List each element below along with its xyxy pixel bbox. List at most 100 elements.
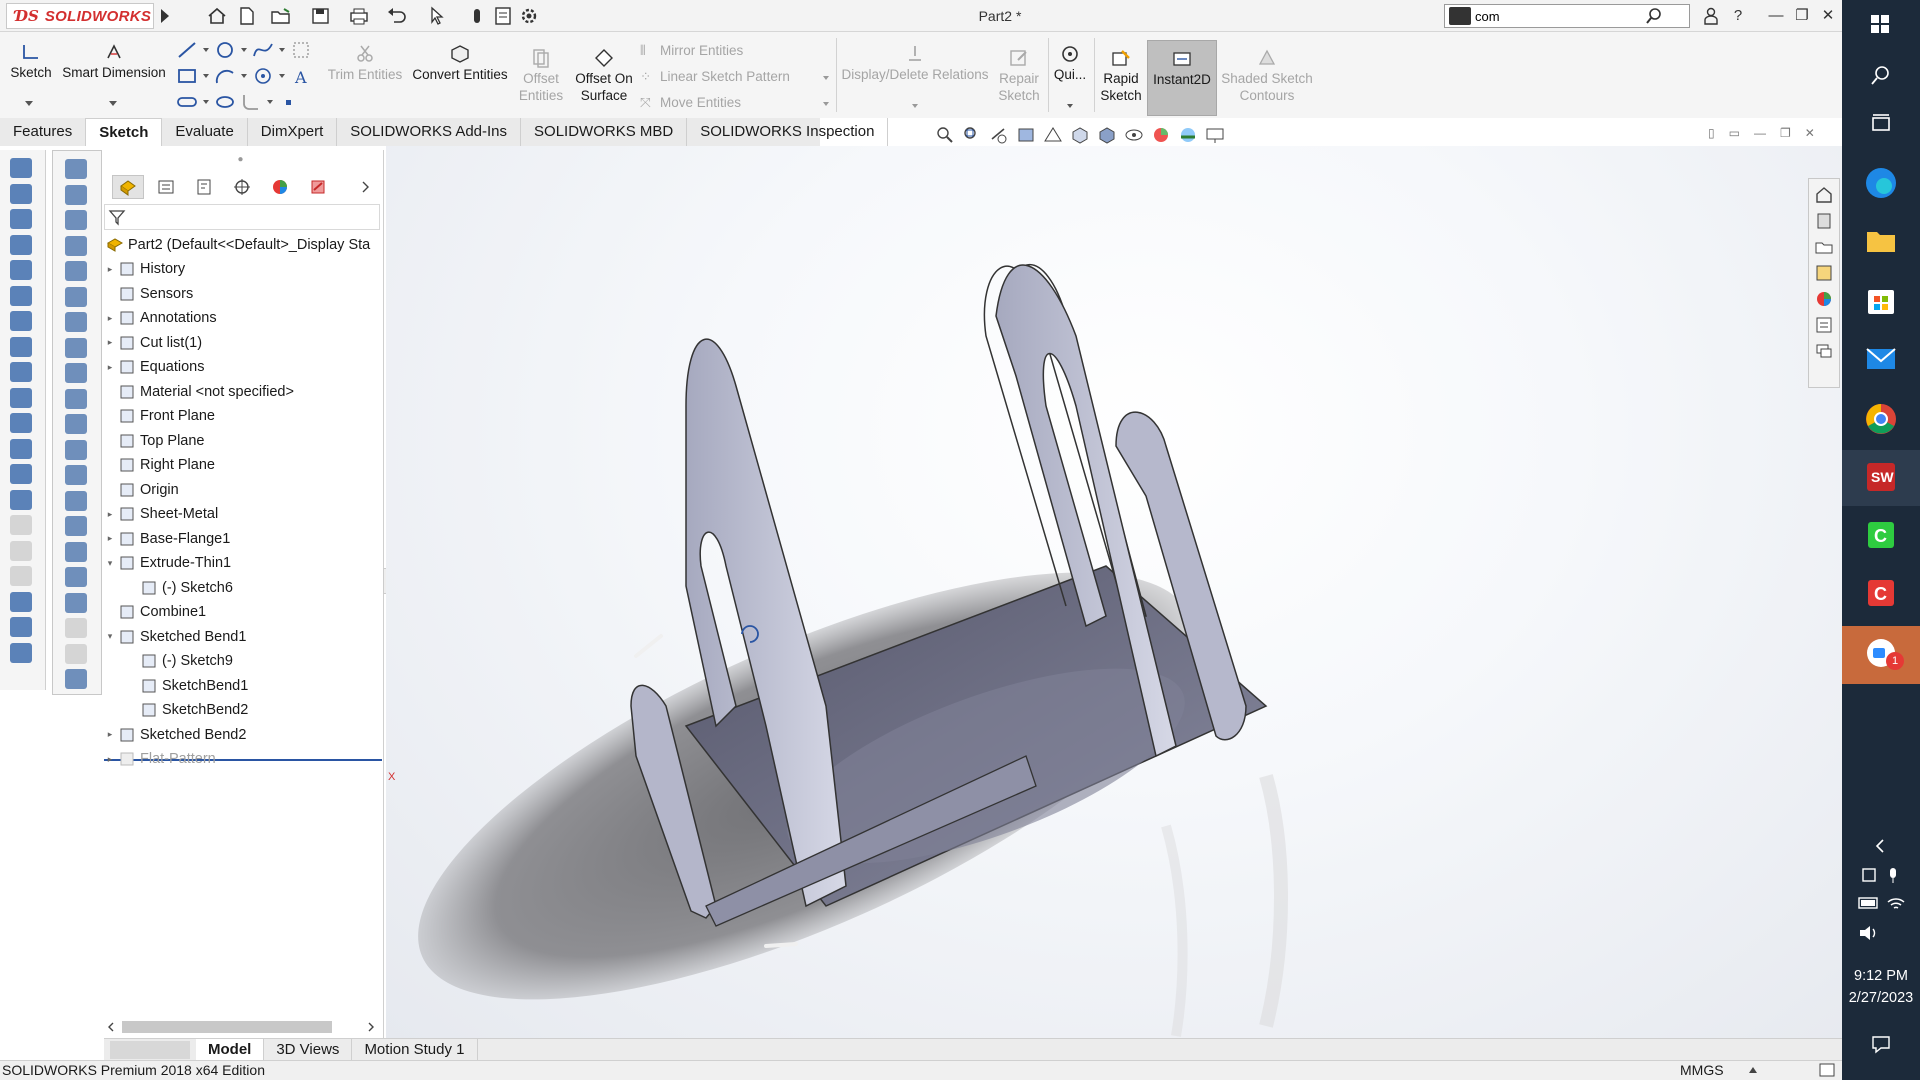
graphics-viewport[interactable]: X Y Z (386, 146, 1842, 1038)
tab-dimxpert[interactable]: DimXpert (248, 118, 338, 146)
tree-item[interactable]: ▾ Extrude-Thin1 (104, 552, 231, 574)
tree-item[interactable]: (-) Sketch6 (126, 577, 233, 599)
arc-dropdown-icon[interactable] (240, 72, 248, 80)
view-palette-icon[interactable] (1814, 263, 1834, 283)
close-window-button[interactable]: ✕ (1817, 5, 1839, 27)
volume-icon[interactable] (1858, 924, 1880, 942)
tree-item[interactable]: Combine1 (104, 601, 206, 623)
feature-manager-tab[interactable] (112, 175, 144, 199)
shaded-sketch-contours-button[interactable]: Shaded Sketch Contours (1220, 48, 1314, 104)
feature-tool-icon[interactable] (65, 414, 87, 434)
feature-tool-icon[interactable] (65, 592, 87, 613)
viewport-close-button[interactable]: ✕ (1805, 126, 1815, 140)
select-cursor-icon[interactable] (426, 6, 448, 26)
property-manager-tab[interactable] (150, 175, 182, 199)
sheet-metal-tool-icon[interactable] (10, 183, 32, 204)
viewport-restore-button[interactable]: ❐ (1780, 126, 1791, 140)
zoom-to-area-icon[interactable] (961, 125, 983, 145)
linear-sketch-pattern-button[interactable]: ⁘ Linear Sketch Pattern (640, 68, 820, 85)
wifi-icon[interactable] (1886, 894, 1906, 912)
expand-arrow-icon[interactable]: ▸ (104, 533, 116, 544)
tree-item[interactable]: ▸ History (104, 258, 185, 280)
tree-item[interactable]: ▸ Base-Flange1 (104, 528, 231, 550)
sheet-metal-tool-icon[interactable] (10, 642, 32, 663)
viewport-minimize-button[interactable]: — (1754, 126, 1766, 140)
offset-on-surface-button[interactable]: Offset On Surface (568, 48, 640, 104)
expand-arrow-icon[interactable]: ▸ (104, 313, 116, 324)
microphone-icon[interactable] (1886, 866, 1900, 884)
sketch-fillet-icon[interactable] (240, 92, 262, 112)
solidworks-resources-icon[interactable] (1814, 185, 1834, 205)
tree-item[interactable]: Top Plane (104, 430, 205, 452)
clock-time[interactable]: 9:12 PM (1842, 968, 1920, 984)
design-library-icon[interactable] (1814, 211, 1834, 231)
custom-properties-icon[interactable] (1814, 315, 1834, 335)
tab-model[interactable]: Model (196, 1038, 265, 1061)
task-view-icon[interactable] (1870, 112, 1892, 134)
expand-arrow-icon[interactable]: ▸ (104, 264, 116, 275)
feature-tool-icon[interactable] (65, 439, 87, 460)
appearance-manager-tab[interactable] (302, 175, 334, 199)
tree-filter-box[interactable] (104, 204, 380, 230)
sheet-metal-tool-icon[interactable] (10, 566, 32, 586)
rectangle-dropdown-icon[interactable] (202, 72, 210, 80)
minimize-window-button[interactable]: — (1765, 5, 1787, 27)
sheet-metal-tool-icon[interactable] (10, 158, 32, 178)
windows-start-icon[interactable] (1870, 14, 1890, 34)
feature-tool-icon[interactable] (65, 490, 87, 511)
tree-item[interactable]: ▸ Equations (104, 356, 205, 378)
hide-show-items-icon[interactable] (1123, 125, 1145, 145)
repair-sketch-button[interactable]: Repair Sketch (994, 48, 1044, 104)
scrollbar-thumb[interactable] (122, 1021, 332, 1033)
slot-dropdown-icon[interactable] (202, 98, 210, 106)
instant2d-button[interactable]: Instant2D (1147, 40, 1217, 116)
expand-arrow-icon[interactable]: ▸ (104, 362, 116, 373)
open-folder-icon[interactable] (270, 6, 292, 26)
tree-item[interactable]: Right Plane (104, 454, 215, 476)
feature-tool-icon[interactable] (65, 286, 87, 307)
tile-view-icon[interactable]: ▭ (1729, 126, 1740, 140)
feature-tool-icon[interactable] (65, 210, 87, 230)
view-orientation-icon[interactable] (1069, 125, 1091, 145)
expand-arrow-icon[interactable]: ▾ (104, 558, 116, 569)
help-icon[interactable]: ? (1727, 5, 1749, 27)
expand-arrow-icon[interactable]: ▸ (104, 754, 116, 765)
edit-appearance-icon[interactable] (1150, 125, 1172, 145)
display-style-icon[interactable] (1096, 125, 1118, 145)
sheet-metal-tool-icon[interactable] (10, 515, 32, 535)
construction-geometry-icon[interactable] (290, 40, 312, 60)
feature-tool-icon[interactable] (65, 643, 87, 664)
restore-window-button[interactable]: ❐ (1791, 5, 1813, 27)
appearances-scenes-icon[interactable] (1814, 289, 1834, 309)
tab-solidworks-add-ins[interactable]: SOLIDWORKS Add-Ins (337, 118, 522, 146)
zoom-to-fit-icon[interactable] (934, 125, 956, 145)
feature-tool-icon[interactable] (65, 261, 87, 281)
tab-solidworks-inspection[interactable]: SOLIDWORKS Inspection (687, 118, 889, 146)
dimension-dropdown-arrow-icon[interactable] (108, 100, 118, 108)
circle-dropdown-icon[interactable] (240, 46, 248, 54)
pattern-dropdown-icon[interactable] (822, 74, 830, 82)
sheet-metal-tool-icon[interactable] (10, 489, 32, 510)
tab-motion-study-1[interactable]: Motion Study 1 (352, 1038, 478, 1061)
display-delete-relations-button[interactable]: Display/Delete Relations (840, 44, 990, 83)
feature-tool-icon[interactable] (65, 465, 87, 485)
camtasia-red-icon[interactable]: C (1858, 570, 1904, 616)
tab-sketch[interactable]: Sketch (86, 118, 163, 146)
sheet-metal-tool-icon[interactable] (10, 464, 32, 484)
chrome-icon[interactable] (1858, 396, 1904, 442)
offset-entities-button[interactable]: Offset Entities (516, 48, 566, 104)
rapid-sketch-button[interactable]: Rapid Sketch (1098, 48, 1144, 104)
camtasia-green-icon[interactable]: C (1858, 512, 1904, 558)
polygon-tool-icon[interactable] (252, 66, 274, 86)
home-icon[interactable] (206, 6, 228, 26)
solidworks-2018-icon[interactable]: SW (1858, 454, 1904, 500)
microsoft-store-icon[interactable] (1858, 278, 1904, 324)
spline-tool-icon[interactable] (252, 40, 274, 60)
search-icon[interactable] (1645, 7, 1663, 25)
feature-tool-icon[interactable] (65, 388, 87, 409)
expand-arrow-icon[interactable]: ▸ (104, 337, 116, 348)
sheet-metal-tool-icon[interactable] (10, 260, 32, 280)
spline-dropdown-icon[interactable] (278, 46, 286, 54)
feature-tool-icon[interactable] (65, 618, 87, 638)
units-up-arrow-icon[interactable] (1748, 1066, 1758, 1074)
